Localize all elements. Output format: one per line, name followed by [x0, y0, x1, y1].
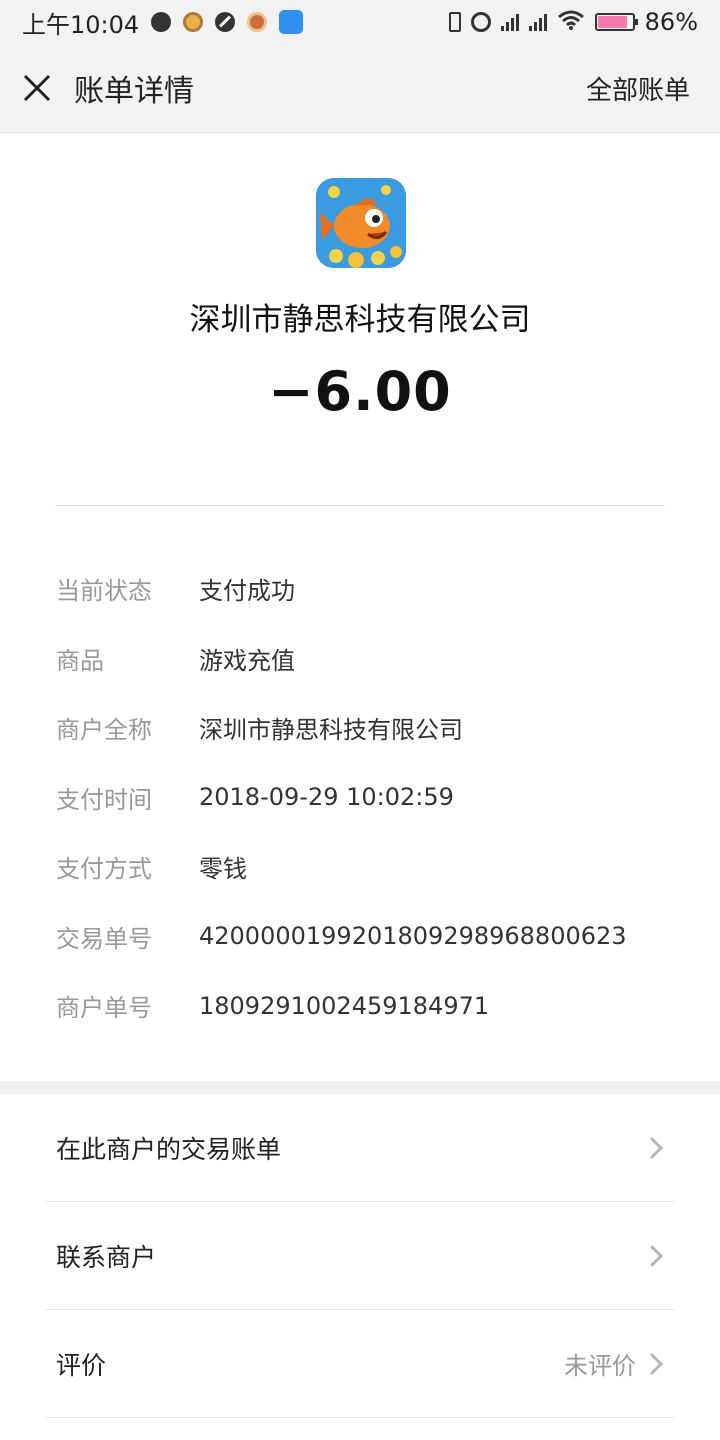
- detail-value: 4200000199201809298968800623: [199, 922, 627, 951]
- status-time: 上午10:04: [22, 10, 140, 39]
- rating-status: 未评价: [564, 1352, 636, 1380]
- divider: [55, 505, 665, 506]
- battery-icon: [594, 13, 638, 31]
- detail-row-status: 当前状态 支付成功: [56, 554, 676, 624]
- detail-value: 支付成功: [199, 577, 295, 606]
- notification-dot-icon: [151, 12, 172, 32]
- detail-label: 当前状态: [56, 577, 152, 606]
- detail-row-product: 商品 游戏充值: [56, 624, 676, 694]
- merchant-bills-link[interactable]: 在此商户的交易账单: [46, 1094, 674, 1202]
- title-bar: 账单详情 全部账单: [0, 44, 720, 133]
- detail-label: 支付方式: [56, 855, 152, 884]
- all-bills-link[interactable]: 全部账单: [586, 70, 690, 107]
- link-label: 在此商户的交易账单: [56, 1134, 282, 1164]
- detail-label: 支付时间: [56, 785, 152, 814]
- detail-value: 2018-09-29 10:02:59: [199, 783, 454, 812]
- detail-label: 商品: [56, 646, 104, 675]
- payment-amount: −6.00: [268, 360, 452, 423]
- fish-game-logo: [316, 178, 406, 268]
- action-list: 在此商户的交易账单 联系商户 评价 未评价: [0, 1094, 720, 1418]
- section-separator: [0, 1081, 720, 1094]
- status-bar: 上午10:04 86%: [0, 0, 720, 44]
- app-badge-icon: [183, 12, 204, 32]
- link-label: 联系商户: [56, 1242, 157, 1272]
- page-title: 账单详情: [74, 74, 194, 109]
- close-icon: [23, 74, 51, 102]
- do-not-disturb-icon: [215, 12, 236, 32]
- detail-label: 交易单号: [56, 924, 152, 953]
- detail-row-payment-time: 支付时间 2018-09-29 10:02:59: [56, 763, 676, 833]
- battery-percent: 86%: [644, 8, 698, 36]
- chevron-right-icon: [649, 1244, 664, 1267]
- wifi-icon: [557, 8, 585, 36]
- detail-row-transaction-id: 交易单号 4200000199201809298968800623: [56, 902, 676, 972]
- detail-value: 零钱: [199, 855, 247, 884]
- merchant-logo: [316, 178, 406, 268]
- detail-row-merchant-full-name: 商户全称 深圳市静思科技有限公司: [56, 693, 676, 763]
- close-button[interactable]: [0, 44, 74, 133]
- detail-label: 商户全称: [56, 716, 152, 745]
- rating-link[interactable]: 评价 未评价: [46, 1310, 674, 1418]
- bill-details: 当前状态 支付成功 商品 游戏充值 商户全称 深圳市静思科技有限公司 支付时间 …: [56, 554, 676, 1041]
- avatar-badge-icon: [247, 12, 268, 32]
- detail-label: 商户单号: [56, 994, 152, 1023]
- link-label: 评价: [56, 1350, 107, 1380]
- detail-value: 游戏充值: [199, 646, 295, 675]
- detail-row-merchant-order-id: 商户单号 1809291002459184971: [56, 971, 676, 1041]
- signal-icon: [500, 13, 519, 31]
- chevron-right-icon: [649, 1352, 664, 1375]
- chevron-right-icon: [649, 1136, 664, 1159]
- alarm-icon: [470, 12, 491, 32]
- detail-value: 深圳市静思科技有限公司: [199, 716, 463, 745]
- signal-icon: [528, 13, 547, 31]
- detail-row-payment-method: 支付方式 零钱: [56, 832, 676, 902]
- vibrate-icon: [448, 12, 461, 32]
- bluetooth-icon: [279, 10, 304, 34]
- detail-value: 1809291002459184971: [199, 991, 490, 1020]
- merchant-name: 深圳市静思科技有限公司: [189, 302, 531, 338]
- contact-merchant-link[interactable]: 联系商户: [46, 1202, 674, 1310]
